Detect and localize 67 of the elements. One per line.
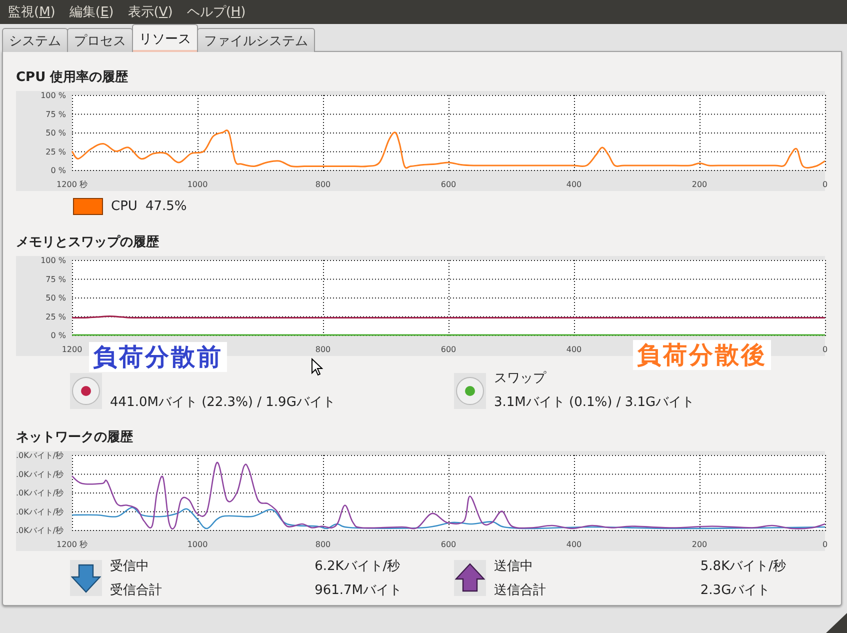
legend-value: 3.1Mバイト (0.1%) / 3.1Gバイト bbox=[494, 394, 695, 411]
y-axis-label: .0Kバイト/秒 bbox=[16, 470, 64, 479]
x-axis-label: 0 bbox=[822, 540, 828, 549]
x-axis-label: 400 bbox=[566, 180, 582, 189]
legend-value: 961.7Mバイト bbox=[314, 582, 402, 599]
x-axis-label: 800 bbox=[315, 180, 331, 189]
y-axis-label: .0Kバイト/秒 bbox=[16, 507, 64, 516]
y-axis-label: 25 % bbox=[46, 312, 66, 322]
download-arrow-icon bbox=[71, 563, 101, 593]
legend-value: 6.2Kバイト/秒 bbox=[314, 558, 402, 575]
x-axis-label: 1200 秒 bbox=[56, 180, 88, 189]
tab[interactable]: プロセス bbox=[67, 28, 133, 52]
menu-item[interactable]: 表示(V) bbox=[128, 3, 173, 21]
legend-label: 受信合計 bbox=[110, 582, 163, 599]
y-axis-label: 50 % bbox=[46, 128, 66, 138]
x-axis-label: 1000 bbox=[187, 540, 208, 549]
legend-value: 5.8Kバイト/秒 bbox=[700, 558, 786, 575]
resize-grip-icon[interactable] bbox=[826, 613, 847, 633]
y-axis-label: 25 % bbox=[46, 147, 66, 156]
legend-label: 送信中 bbox=[494, 558, 534, 575]
y-axis-label: 75 % bbox=[46, 110, 66, 119]
color-swatch[interactable] bbox=[73, 198, 103, 214]
legend-label: スワップ bbox=[494, 370, 548, 387]
upload-arrow-icon bbox=[455, 563, 485, 593]
menu-item[interactable]: 編集(E) bbox=[69, 3, 114, 21]
y-axis-label: 50 % bbox=[46, 294, 66, 302]
y-axis-label: 100 % bbox=[40, 91, 66, 100]
x-axis-label: 1000 bbox=[187, 180, 208, 189]
color-picker-icon[interactable] bbox=[71, 376, 101, 406]
tab[interactable]: ファイルシステム bbox=[197, 28, 315, 52]
x-axis-label: 200 bbox=[692, 180, 708, 189]
section-title: メモリとスワップの履歴 bbox=[16, 234, 160, 250]
legend-value: 2.3Gバイト bbox=[700, 582, 772, 599]
x-axis-label: 600 bbox=[440, 345, 456, 354]
y-axis-label: 75 % bbox=[46, 274, 66, 284]
section-title: ネットワークの履歴 bbox=[16, 429, 134, 445]
x-axis-label: 800 bbox=[315, 540, 331, 549]
annotation-label: 負荷分散前 bbox=[89, 342, 227, 372]
y-axis-label: .0Kバイト/秒 bbox=[16, 451, 64, 460]
legend-value: 441.0Mバイト (22.3%) / 1.9Gバイト bbox=[110, 394, 336, 411]
x-axis-label: 800 bbox=[315, 345, 331, 354]
x-axis-label: 400 bbox=[566, 345, 582, 354]
x-axis-label: 1200 秒 bbox=[56, 540, 88, 549]
annotation-label: 負荷分散後 bbox=[633, 340, 771, 370]
x-axis-label: 200 bbox=[692, 540, 708, 549]
mouse-pointer-icon bbox=[311, 358, 323, 376]
legend-label: 送信合計 bbox=[494, 582, 547, 599]
y-axis-label: .0Kバイト/秒 bbox=[16, 526, 64, 535]
legend-value: 47.5% bbox=[145, 198, 187, 214]
y-axis-label: 0 % bbox=[50, 331, 66, 340]
legend-label: 受信中 bbox=[110, 558, 150, 575]
tab[interactable]: リソース bbox=[132, 24, 198, 52]
x-axis-label: 600 bbox=[440, 540, 456, 549]
color-picker-icon[interactable] bbox=[455, 376, 485, 406]
x-axis-label: 1200 bbox=[62, 345, 82, 354]
tab[interactable]: システム bbox=[2, 28, 68, 52]
y-axis-label: 0 % bbox=[50, 166, 66, 175]
y-axis-label: .0Kバイト/秒 bbox=[16, 488, 64, 498]
section-title: CPU 使用率の履歴 bbox=[16, 68, 130, 85]
menu-item[interactable]: 監視(M) bbox=[8, 3, 56, 21]
legend-label: CPU bbox=[111, 198, 138, 214]
x-axis-label: 400 bbox=[566, 540, 582, 549]
y-axis-label: 100 % bbox=[40, 256, 66, 265]
menu-item[interactable]: ヘルプ(H) bbox=[186, 3, 246, 21]
x-axis-label: 600 bbox=[440, 180, 456, 189]
x-axis-label: 0 bbox=[822, 180, 828, 189]
x-axis-label: 0 bbox=[822, 345, 828, 354]
